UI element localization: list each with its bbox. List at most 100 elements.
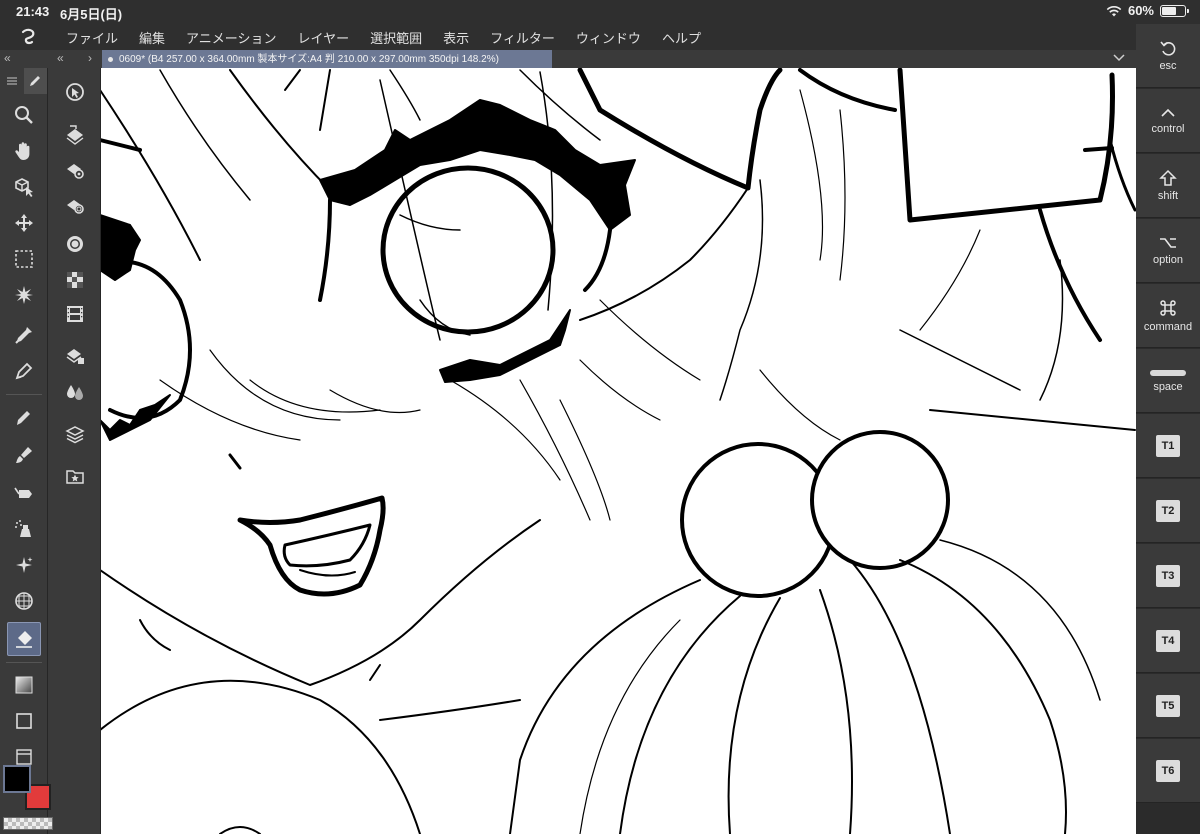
menu-layer[interactable]: レイヤー [290, 28, 358, 47]
t4-label: T4 [1156, 629, 1180, 652]
menu-help[interactable]: ヘルプ [654, 28, 709, 47]
gradient-icon [15, 676, 33, 694]
menu-filter[interactable]: フィルター [482, 28, 563, 47]
frame-tool[interactable] [7, 704, 41, 738]
collapse-left-button[interactable]: « [4, 51, 11, 65]
t6-key[interactable]: T6 [1136, 739, 1200, 803]
frame-icon [16, 713, 32, 729]
t5-key[interactable]: T5 [1136, 674, 1200, 738]
film-layer-button[interactable] [59, 298, 91, 330]
sparkle-tool[interactable] [7, 548, 41, 582]
command-key-icon [1160, 300, 1176, 316]
layer-settings-button[interactable] [59, 154, 91, 186]
control-key[interactable]: control [1136, 89, 1200, 153]
move-icon [15, 214, 33, 232]
menu-edit[interactable]: 編集 [131, 28, 173, 47]
auto-select-icon [15, 286, 33, 304]
t4-key[interactable]: T4 [1136, 609, 1200, 673]
shift-label: shift [1157, 190, 1179, 202]
sub-tool-palette [48, 68, 101, 834]
hand-tool[interactable] [7, 134, 41, 168]
command-label: command [1143, 321, 1193, 333]
esc-key[interactable]: esc [1136, 24, 1200, 88]
decoration-tool[interactable] [7, 512, 41, 546]
menu-animation[interactable]: アニメーション [178, 28, 284, 47]
menu-view[interactable]: 表示 [435, 28, 477, 47]
gradient-tool[interactable] [7, 668, 41, 702]
status-time: 21:43 [16, 4, 50, 19]
t3-key[interactable]: T3 [1136, 544, 1200, 608]
tone-layer-icon [67, 272, 83, 288]
t2-label: T2 [1156, 499, 1180, 522]
battery-icon [1160, 4, 1189, 17]
circle-layer-icon [67, 236, 83, 252]
brush-tool[interactable] [7, 438, 41, 472]
pencil-tool[interactable] [7, 400, 41, 434]
circle-layer-button[interactable] [59, 228, 91, 260]
layer-mask-icon [67, 200, 84, 214]
menu-selection[interactable]: 選択範囲 [362, 28, 430, 47]
menu-window[interactable]: ウィンドウ [568, 28, 649, 47]
document-tab[interactable]: 0609* (B4 257.00 x 364.00mm 製本サイズ:A4 判 2… [102, 50, 552, 68]
operation-tool[interactable] [7, 170, 41, 204]
airbrush-icon [14, 487, 32, 498]
caret-up-icon [1161, 108, 1175, 117]
eyedropper-icon [15, 327, 32, 344]
layer-fill-icon [66, 125, 84, 145]
option-key[interactable]: option [1136, 219, 1200, 283]
airbrush-tool[interactable] [7, 476, 41, 510]
expand-subtool-button[interactable]: › [88, 51, 92, 65]
material-icon [66, 470, 84, 484]
layer-stack-button[interactable] [59, 340, 91, 372]
status-bar: 21:43 6月5日(日) 60% [0, 0, 1200, 24]
eyedropper-tool[interactable] [7, 318, 41, 352]
option-label: option [1153, 254, 1183, 266]
layer-stack-icon [66, 349, 84, 364]
figure-tool[interactable] [7, 584, 41, 618]
unsaved-dot-icon [108, 56, 113, 62]
esc-label: esc [1159, 60, 1177, 72]
document-title: 0609* (B4 257.00 x 364.00mm 製本サイズ:A4 判 2… [119, 54, 499, 65]
selection-icon [15, 250, 33, 268]
wifi-icon [1106, 5, 1122, 16]
layer-mask-button[interactable] [59, 190, 91, 222]
drawing-canvas[interactable] [101, 68, 1136, 834]
operation-icon [15, 178, 33, 197]
shift-key[interactable]: shift [1136, 154, 1200, 218]
t2-key[interactable]: T2 [1136, 479, 1200, 543]
eraser-tool[interactable] [7, 622, 41, 656]
line-art-illustration [101, 68, 1136, 834]
layer-settings-icon [67, 164, 84, 179]
sparkle-icon [16, 557, 33, 573]
ink-icon [67, 385, 83, 400]
tone-layer-button[interactable] [59, 264, 91, 296]
collapse-subtool-button[interactable]: « [57, 51, 64, 65]
control-label: control [1151, 123, 1185, 135]
material-button[interactable] [59, 460, 91, 492]
move-tool[interactable] [7, 206, 41, 240]
command-key[interactable]: command [1136, 284, 1200, 348]
ink-button[interactable] [59, 376, 91, 408]
t3-label: T3 [1156, 564, 1180, 587]
selection-tool[interactable] [7, 242, 41, 276]
layer-fill-button[interactable] [59, 118, 91, 150]
layers-icon [65, 426, 85, 444]
space-key[interactable]: space [1136, 349, 1200, 413]
layer-select-button[interactable] [59, 76, 91, 108]
zoom-tool[interactable] [7, 98, 41, 132]
layers-button[interactable] [59, 418, 91, 450]
film-layer-icon [67, 306, 83, 322]
layer-select-icon [66, 83, 84, 101]
tool-tab-pen-icon[interactable] [23, 68, 47, 94]
main-color-swatch[interactable] [3, 765, 31, 793]
spacebar-icon [1150, 370, 1186, 376]
t1-key[interactable]: T1 [1136, 414, 1200, 478]
pen-icon [15, 362, 33, 380]
palette-menu-icon[interactable] [0, 68, 24, 94]
auto-select-tool[interactable] [7, 278, 41, 312]
pen-tool[interactable] [7, 354, 41, 388]
app-logo-icon[interactable] [0, 24, 58, 50]
menu-file[interactable]: ファイル [58, 28, 126, 47]
chevron-down-icon[interactable] [1112, 52, 1126, 64]
transparent-color-swatch[interactable] [3, 817, 53, 830]
